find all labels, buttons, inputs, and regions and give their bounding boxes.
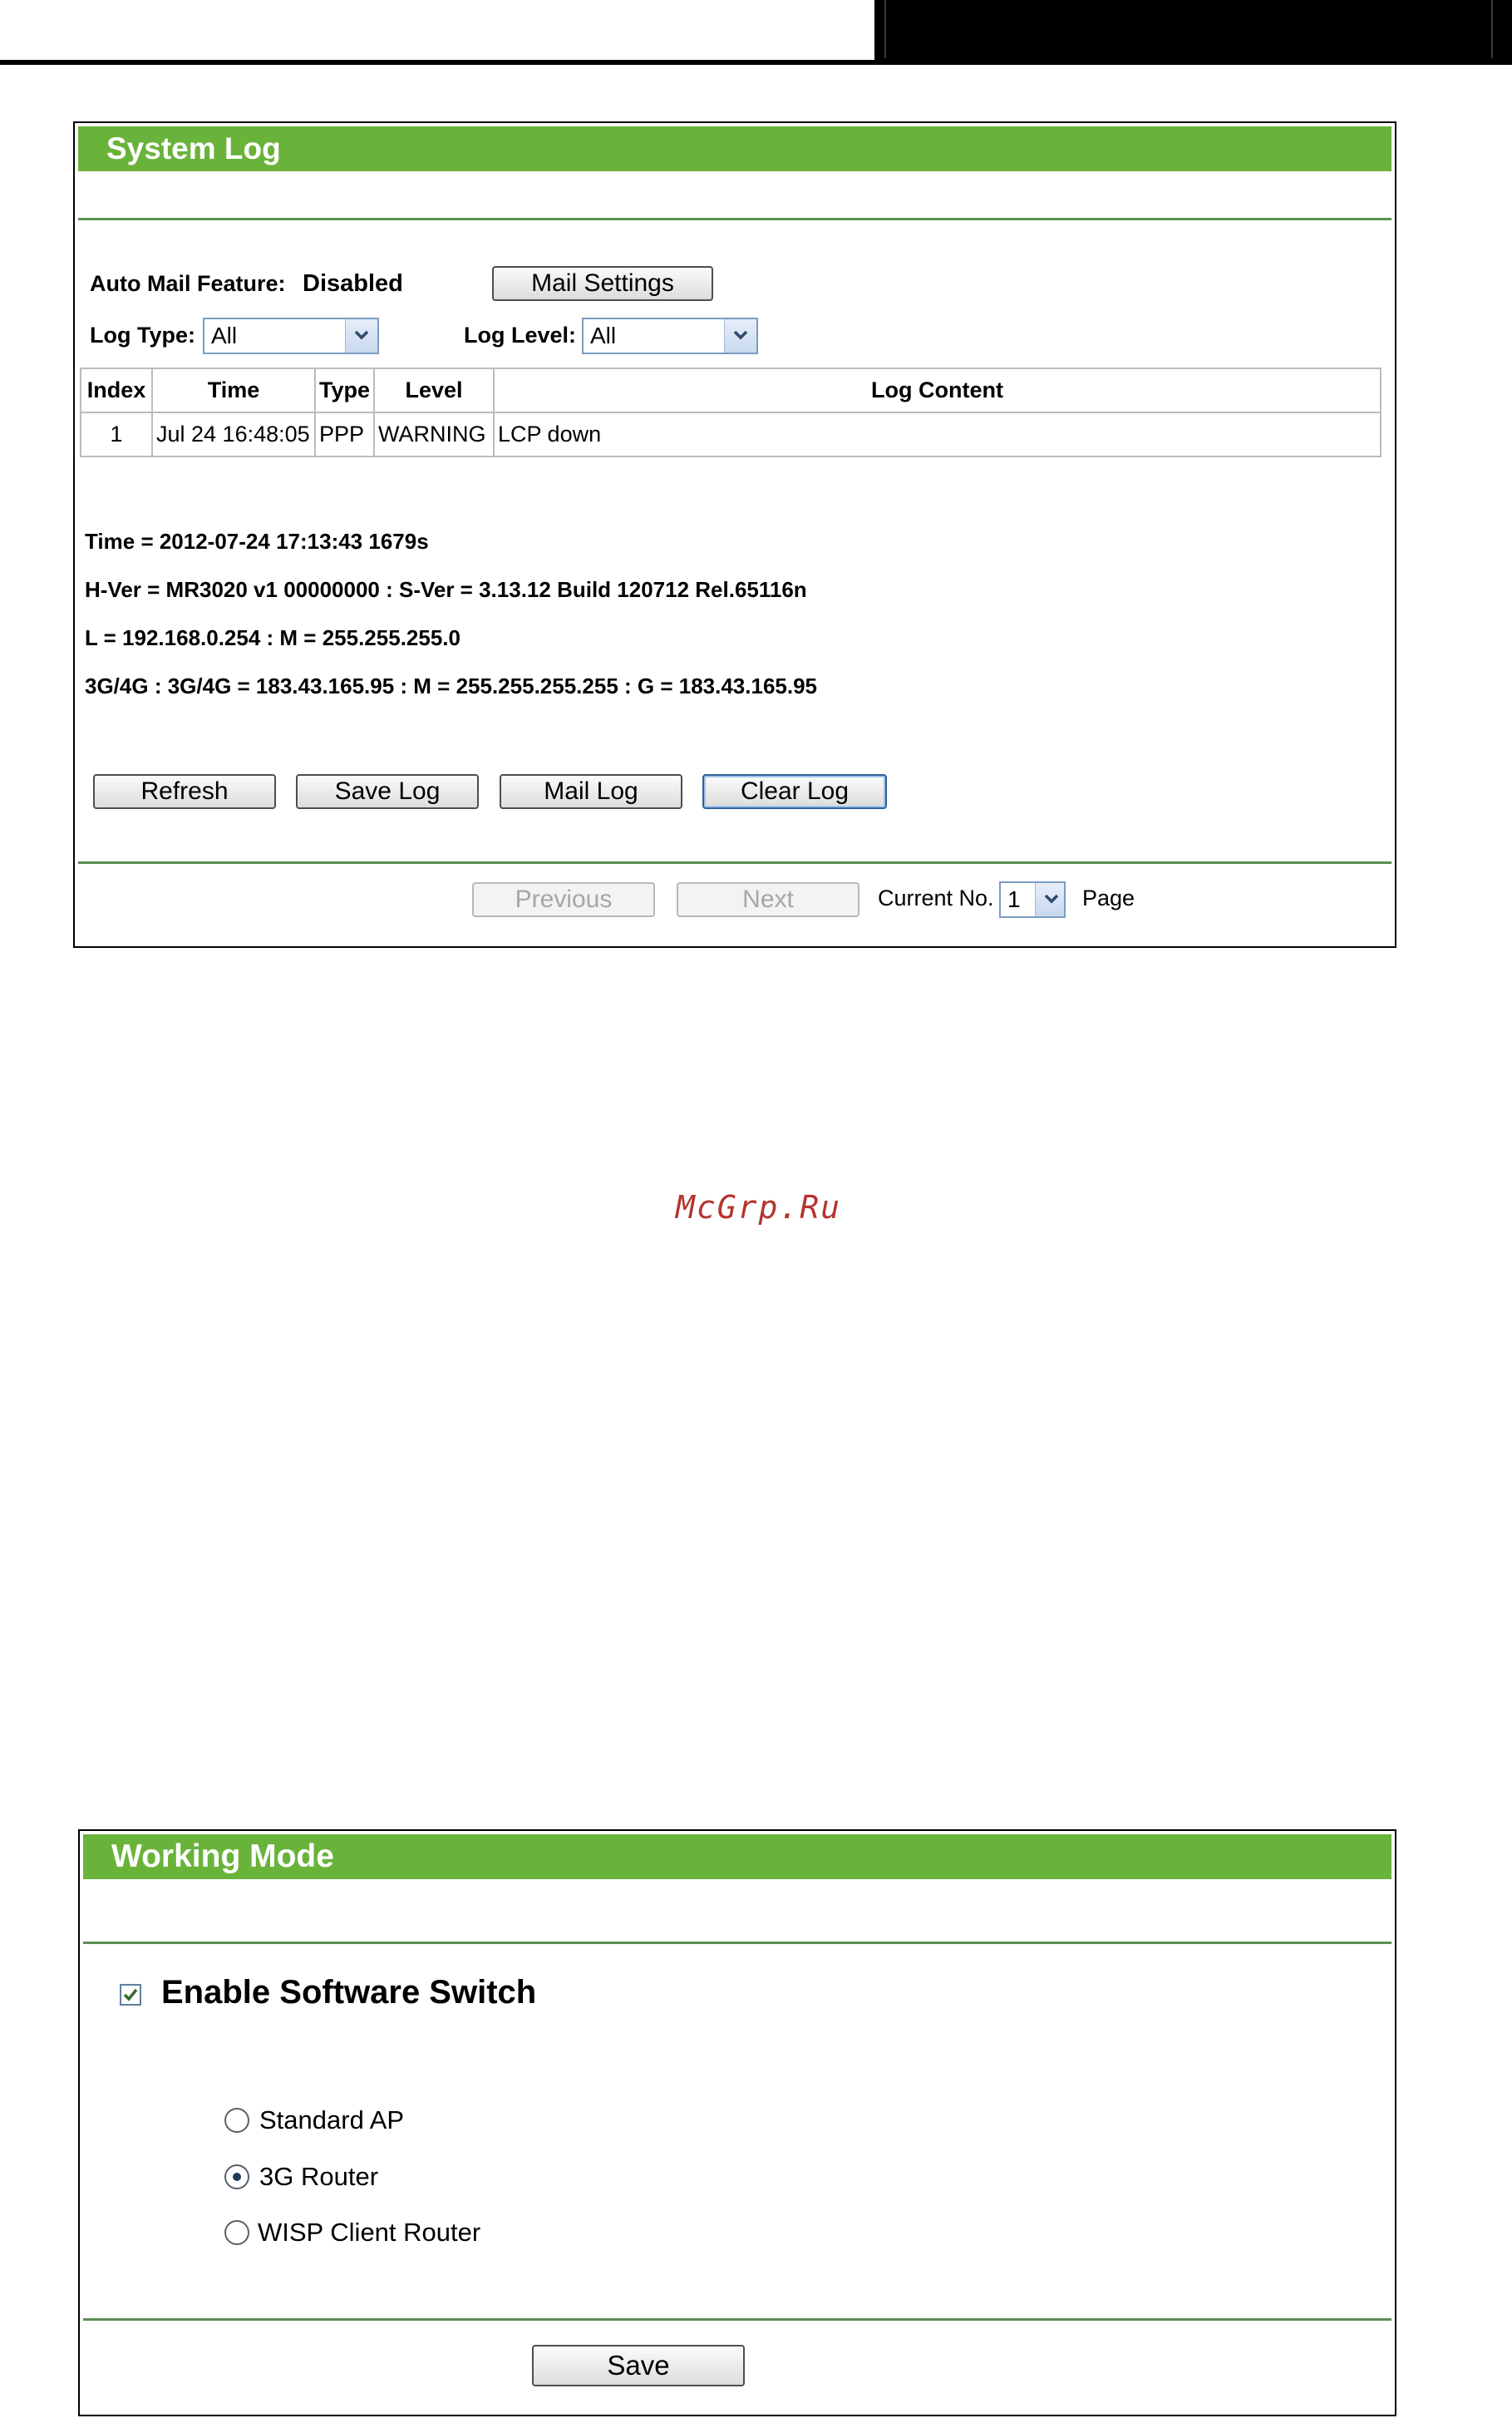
refresh-button[interactable]: Refresh	[93, 774, 276, 809]
info-lan: L = 192.168.0.254 : M = 255.255.255.0	[85, 625, 460, 650]
log-table: Index Time Type Level Log Content 1 Jul …	[80, 368, 1381, 457]
header-divider-right	[1491, 0, 1493, 58]
next-button[interactable]: Next	[677, 882, 859, 917]
save-button[interactable]: Save	[532, 2345, 745, 2386]
divider	[83, 2318, 1391, 2321]
log-type-select[interactable]: All	[203, 318, 379, 354]
enable-software-switch-label: Enable Software Switch	[161, 1974, 537, 2011]
radio-standard-ap[interactable]	[224, 2108, 249, 2133]
previous-button[interactable]: Previous	[472, 882, 655, 917]
mail-log-button[interactable]: Mail Log	[500, 774, 682, 809]
header-divider	[884, 0, 886, 58]
cell-level: WARNING	[373, 412, 495, 457]
option-standard-ap-label: Standard AP	[259, 2105, 405, 2134]
checkmark-icon	[123, 1988, 138, 2001]
panel-title: Working Mode	[83, 1834, 1391, 1879]
clear-log-button[interactable]: Clear Log	[702, 774, 887, 809]
col-time: Time	[151, 368, 316, 413]
current-no-label: Current No.	[878, 886, 994, 910]
mail-settings-button[interactable]: Mail Settings	[492, 266, 713, 301]
col-type: Type	[313, 368, 376, 413]
divider	[83, 1942, 1391, 1944]
table-row: 1 Jul 24 16:48:05 PPP WARNING LCP down	[80, 412, 1381, 457]
radio-3g-router[interactable]	[224, 2164, 249, 2189]
cell-content: LCP down	[493, 412, 1381, 457]
panel-title: System Log	[78, 126, 1391, 171]
chevron-down-icon	[1035, 883, 1064, 916]
cell-type: PPP	[313, 412, 376, 457]
auto-mail-label: Auto Mail Feature:	[90, 271, 286, 296]
auto-mail-value: Disabled	[303, 270, 403, 297]
log-level-select[interactable]: All	[582, 318, 758, 354]
watermark-text: McGrp.Ru	[676, 1189, 842, 1226]
cell-index: 1	[80, 412, 153, 457]
col-level: Level	[373, 368, 495, 413]
radio-wisp-client-router[interactable]	[224, 2220, 249, 2245]
log-type-label: Log Type:	[90, 323, 195, 348]
log-level-value: All	[590, 323, 617, 348]
current-page-value: 1	[1007, 886, 1021, 912]
log-level-label: Log Level:	[464, 323, 577, 348]
header-block	[874, 0, 1512, 65]
cell-time: Jul 24 16:48:05	[151, 412, 316, 457]
info-time: Time = 2012-07-24 17:13:43 1679s	[85, 529, 429, 554]
page-label: Page	[1082, 886, 1135, 910]
divider	[78, 861, 1391, 864]
option-wisp-client-router-label: WISP Client Router	[258, 2218, 481, 2247]
option-3g-router-label: 3G Router	[259, 2162, 379, 2191]
header-rule	[0, 60, 874, 65]
chevron-down-icon	[345, 319, 377, 353]
info-3g4g: 3G/4G : 3G/4G = 183.43.165.95 : M = 255.…	[85, 674, 818, 698]
col-log-content: Log Content	[493, 368, 1381, 413]
enable-software-switch-checkbox[interactable]	[120, 1984, 141, 2006]
divider	[78, 218, 1391, 220]
table-header-row: Index Time Type Level Log Content	[80, 368, 1381, 413]
current-page-select[interactable]: 1	[999, 881, 1066, 918]
log-type-value: All	[211, 323, 238, 348]
info-version: H-Ver = MR3020 v1 00000000 : S-Ver = 3.1…	[85, 577, 807, 602]
col-index: Index	[80, 368, 153, 413]
save-log-button[interactable]: Save Log	[296, 774, 479, 809]
radio-selected-dot	[233, 2173, 241, 2181]
chevron-down-icon	[724, 319, 756, 353]
